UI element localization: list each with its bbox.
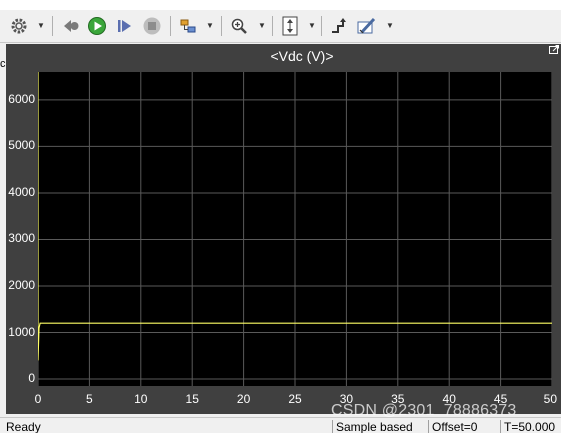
toolbar-divider	[52, 16, 53, 36]
zoom-dropdown-chevron-icon[interactable]: ▼	[258, 21, 266, 30]
status-bar: Ready Sample based Offset=0 T=50.000	[0, 417, 561, 433]
toolbar-divider	[170, 16, 171, 36]
plot-svg	[37, 72, 553, 386]
properties-dropdown-chevron-icon[interactable]: ▼	[386, 21, 394, 30]
scope-title: <Vdc (V)>	[270, 48, 334, 64]
maximize-axes-icon[interactable]	[549, 45, 559, 55]
edit-properties-icon[interactable]	[355, 15, 379, 37]
y-tick-label: 4000	[8, 184, 35, 199]
stop-icon[interactable]	[141, 15, 163, 37]
x-tick-label: 10	[134, 392, 148, 406]
settings-dropdown-chevron-icon[interactable]: ▼	[37, 21, 45, 30]
settings-gear-icon[interactable]	[8, 15, 30, 37]
x-tick-label: 15	[185, 392, 199, 406]
x-tick-label: 0	[34, 392, 42, 406]
y-tick-label: 5000	[8, 138, 35, 153]
y-tick-label: 0	[28, 371, 35, 386]
left-edge-fragment: c	[0, 58, 6, 70]
run-icon[interactable]	[86, 15, 108, 37]
highlight-dropdown-chevron-icon[interactable]: ▼	[206, 21, 214, 30]
y-tick-label: 2000	[8, 277, 35, 292]
status-ready: Ready	[6, 420, 41, 433]
x-tick-label: 25	[288, 392, 302, 406]
step-forward-icon[interactable]	[114, 15, 136, 37]
x-tick-label: 5	[86, 392, 93, 406]
plot-area[interactable]	[37, 72, 553, 386]
x-tick-label: 50	[543, 392, 557, 406]
toolbar-divider	[272, 16, 273, 36]
autoscale-dropdown-chevron-icon[interactable]: ▼	[308, 21, 316, 30]
y-tick-label: 6000	[8, 91, 35, 106]
toolbar-divider	[221, 16, 222, 36]
status-time: T=50.000	[500, 420, 561, 433]
y-tick-label: 3000	[8, 231, 35, 246]
scope-toolbar: ▼ ▼ ▼ ▼ ▼	[0, 10, 561, 43]
status-sample-based: Sample based	[332, 420, 427, 433]
cursor-measure-icon[interactable]	[328, 15, 350, 37]
zoom-in-icon[interactable]	[228, 15, 250, 37]
step-back-icon[interactable]	[60, 15, 82, 37]
x-tick-label: 20	[236, 392, 251, 406]
autoscale-icon[interactable]	[279, 15, 301, 37]
toolbar-divider	[321, 16, 322, 36]
y-tick-label: 1000	[8, 324, 35, 339]
highlight-block-icon[interactable]	[177, 15, 199, 37]
status-offset: Offset=0	[428, 420, 499, 433]
